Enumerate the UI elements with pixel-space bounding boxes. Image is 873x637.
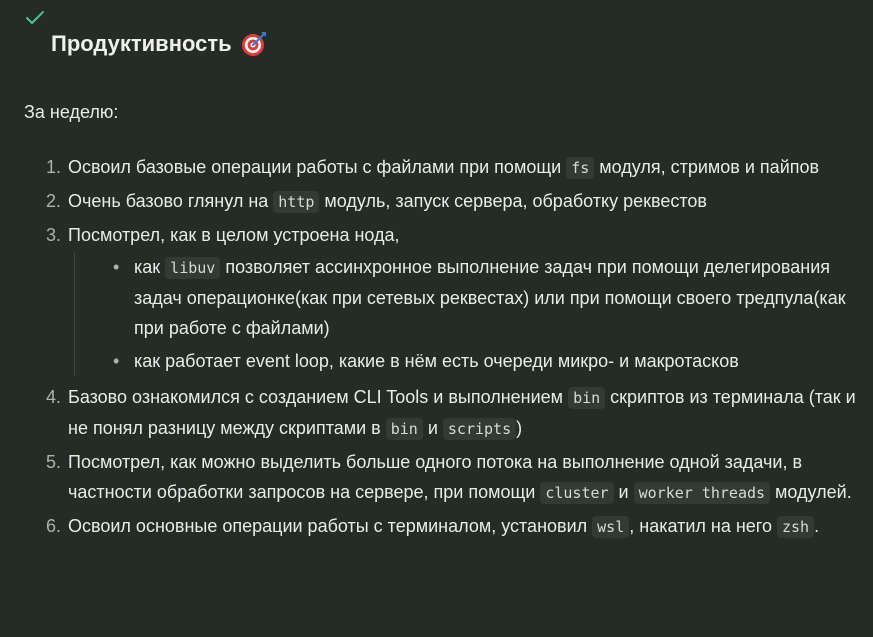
list-number: 6. <box>46 516 62 536</box>
list-item: 2. Очень базово глянул на http модуль, з… <box>46 186 858 217</box>
inline-code: bin <box>568 387 606 409</box>
inline-code: wsl <box>592 516 630 538</box>
list-item-text: Освоил базовые операции работы с файлами… <box>68 157 820 179</box>
page-title-text: Продуктивность <box>51 31 232 56</box>
page-title: Продуктивность <box>51 30 268 58</box>
target-icon <box>241 32 266 56</box>
inline-code: fs <box>566 157 595 179</box>
list-number: 4. <box>46 387 62 407</box>
list-number: 1. <box>46 157 62 177</box>
list-item-text: Посмотрел, как в целом устроена нода, • … <box>68 220 858 379</box>
bullet-marker: • <box>113 351 120 371</box>
nested-bullet-list: • как libuv позволяет ассинхронное выпол… <box>74 252 858 376</box>
bullet-item: • как libuv позволяет ассинхронное выпол… <box>113 252 858 343</box>
list-item-text: Базово ознакомился с созданием CLI Tools… <box>68 387 856 440</box>
ordered-list: 1. Освоил базовые операции работы с файл… <box>46 152 858 545</box>
bullet-item-text: как libuv позволяет ассинхронное выполне… <box>134 257 846 338</box>
intro-text: За неделю: <box>24 102 119 122</box>
list-item-text: Очень базово глянул на http модуль, запу… <box>68 191 707 213</box>
inline-code: cluster <box>540 482 614 504</box>
list-number: 2. <box>46 191 62 211</box>
list-item: 5. Посмотрел, как можно выделить больше … <box>46 447 858 508</box>
inline-code: worker threads <box>633 482 771 504</box>
bullet-marker: • <box>113 257 120 277</box>
list-item-text: Посмотрел, как можно выделить больше одн… <box>68 452 852 504</box>
inline-code: http <box>273 191 320 213</box>
list-item-text: Освоил основные операции работы с термин… <box>68 516 820 538</box>
bullet-item-text: как работает event loop, какие в нём ест… <box>134 351 739 371</box>
list-item: 1. Освоил базовые операции работы с файл… <box>46 152 858 183</box>
check-icon <box>26 11 44 24</box>
list-number: 5. <box>46 452 62 472</box>
inline-code: libuv <box>165 257 221 279</box>
inline-code: bin <box>385 418 423 440</box>
list-item: 4. Базово ознакомился с созданием CLI To… <box>46 382 858 444</box>
list-number: 3. <box>46 225 62 245</box>
inline-code: zsh <box>776 516 815 538</box>
inline-code: scripts <box>442 418 517 440</box>
list-item: 6. Освоил основные операции работы с тер… <box>46 511 858 542</box>
list-item: 3. Посмотрел, как в целом устроена нода,… <box>46 220 858 379</box>
bullet-item: • как работает event loop, какие в нём е… <box>113 346 858 376</box>
